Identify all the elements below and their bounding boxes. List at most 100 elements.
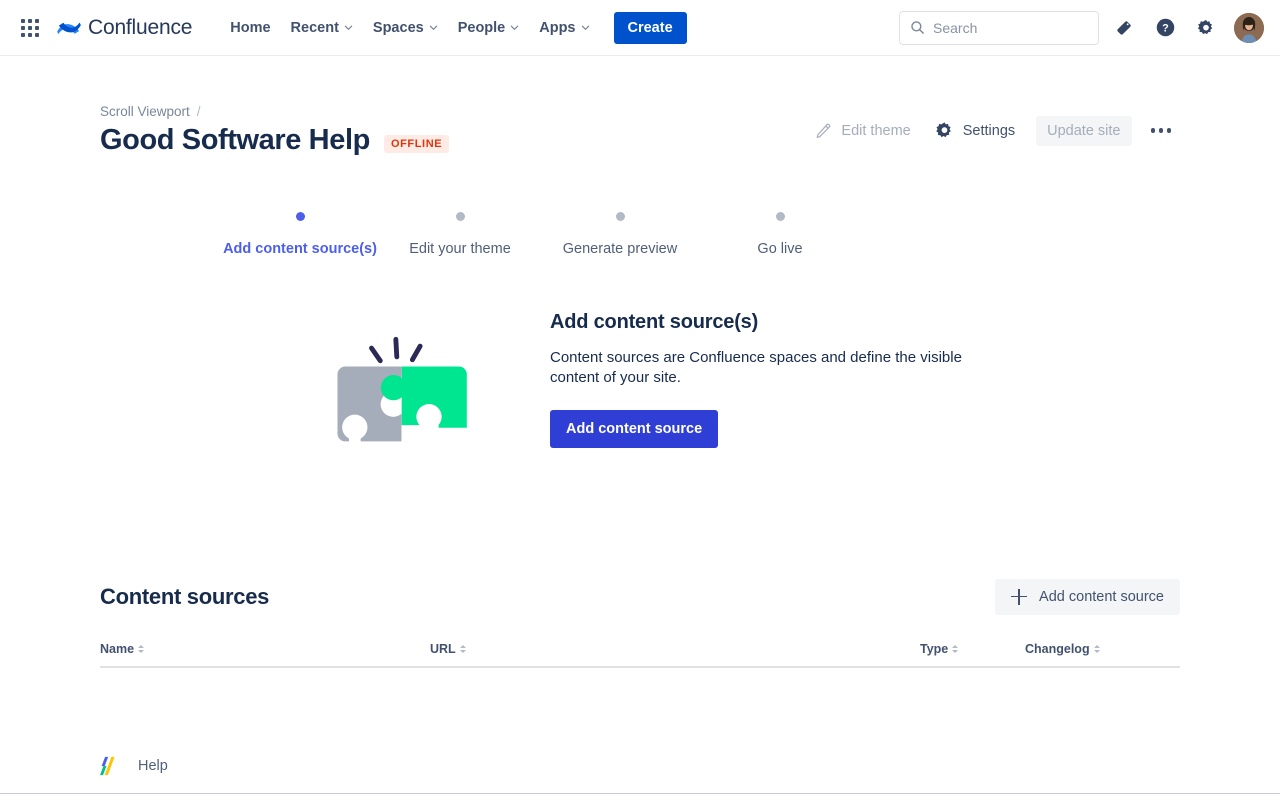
sort-indicator-icon <box>952 645 958 653</box>
step-label: Edit your theme <box>409 241 511 257</box>
onboarding-hero: Add content source(s) Content sources ar… <box>320 307 1180 464</box>
step-label: Generate preview <box>563 241 677 257</box>
column-header-url[interactable]: URL <box>430 642 920 667</box>
status-badge: OFFLINE <box>384 135 449 153</box>
table-body <box>100 667 1180 697</box>
breadcrumb: Scroll Viewport / <box>100 104 804 119</box>
chevron-down-icon <box>344 23 353 32</box>
step-dot-icon <box>776 212 785 221</box>
hero-body: Add content source(s) Content sources ar… <box>550 307 1010 449</box>
page-header-actions: Edit theme Settings Update site <box>804 104 1180 147</box>
chevron-down-icon <box>581 23 590 32</box>
create-button[interactable]: Create <box>614 12 687 44</box>
content-sources-section: Content sources Add content source Name <box>100 579 1180 697</box>
onboarding-stepper: Add content source(s) Edit your theme Ge… <box>220 212 860 257</box>
more-horizontal-icon <box>1151 128 1172 133</box>
gear-icon <box>935 121 954 140</box>
table-header: Name URL Type <box>100 642 1180 667</box>
nav-right-actions: ? <box>899 11 1264 45</box>
search-box[interactable] <box>899 11 1099 45</box>
add-content-source-button[interactable]: Add content source <box>995 579 1180 615</box>
user-avatar[interactable] <box>1234 13 1264 43</box>
bottom-divider <box>0 793 1280 794</box>
table-empty-row <box>100 667 1180 697</box>
help-button[interactable]: ? <box>1149 12 1181 44</box>
column-header-type[interactable]: Type <box>920 642 1025 667</box>
gear-icon <box>1196 18 1216 38</box>
notification-bell-icon <box>1114 18 1134 38</box>
settings-button[interactable]: Settings <box>924 114 1026 147</box>
grid-apps-icon <box>21 19 39 37</box>
step-dot-icon <box>456 212 465 221</box>
help-question-icon: ? <box>1155 17 1176 38</box>
update-site-button[interactable]: Update site <box>1036 116 1131 146</box>
search-icon <box>910 20 925 35</box>
settings-button[interactable] <box>1190 12 1222 44</box>
app-switcher-button[interactable] <box>14 12 46 44</box>
plus-icon <box>1011 589 1027 605</box>
nav-item-label: Home <box>230 20 270 36</box>
breadcrumb-parent-link[interactable]: Scroll Viewport <box>100 104 190 119</box>
nav-item-label: Recent <box>291 20 339 36</box>
nav-item-label: People <box>458 20 506 36</box>
sort-indicator-icon <box>1094 645 1100 653</box>
edit-theme-label: Edit theme <box>841 123 910 139</box>
pencil-icon <box>815 122 832 139</box>
step-dot-icon <box>616 212 625 221</box>
step-add-content-source[interactable]: Add content source(s) <box>220 212 380 257</box>
nav-item-recent[interactable]: Recent <box>281 14 363 42</box>
content-sources-title: Content sources <box>100 584 269 610</box>
avatar-image <box>1234 13 1264 43</box>
sort-indicator-icon <box>138 645 144 653</box>
content-sources-header: Content sources Add content source <box>100 579 1180 615</box>
hero-title: Add content source(s) <box>550 311 1010 334</box>
hero-illustration <box>320 307 495 464</box>
svg-text:?: ? <box>1162 23 1169 35</box>
top-navigation-bar: Confluence Home Recent Spaces People App… <box>0 0 1280 56</box>
step-edit-your-theme[interactable]: Edit your theme <box>380 212 540 257</box>
puzzle-pieces-illustration <box>320 313 495 459</box>
edit-theme-button[interactable]: Edit theme <box>804 115 921 146</box>
add-content-source-primary-button[interactable]: Add content source <box>550 410 718 448</box>
nav-item-apps[interactable]: Apps <box>529 14 599 42</box>
nav-item-people[interactable]: People <box>448 14 530 42</box>
hero-description: Content sources are Confluence spaces an… <box>550 348 1010 389</box>
settings-label: Settings <box>963 123 1015 139</box>
page-title-row: Good Software Help OFFLINE <box>100 125 804 157</box>
nav-item-spaces[interactable]: Spaces <box>363 14 448 42</box>
page-header: Scroll Viewport / Good Software Help OFF… <box>100 56 1180 157</box>
k15t-logo-icon <box>100 756 122 776</box>
confluence-home-link[interactable]: Confluence <box>56 15 192 41</box>
breadcrumb-separator: / <box>197 104 201 119</box>
nav-item-label: Spaces <box>373 20 424 36</box>
column-header-changelog[interactable]: Changelog <box>1025 642 1180 667</box>
chevron-down-icon <box>429 23 438 32</box>
step-dot-icon <box>296 212 305 221</box>
help-link[interactable]: Help <box>138 758 168 774</box>
page-header-left: Scroll Viewport / Good Software Help OFF… <box>100 104 804 157</box>
step-generate-preview[interactable]: Generate preview <box>540 212 700 257</box>
confluence-logo-icon <box>56 15 82 41</box>
column-header-name[interactable]: Name <box>100 642 430 667</box>
column-header-label: Name <box>100 642 134 656</box>
chevron-down-icon <box>510 23 519 32</box>
content-sources-table: Name URL Type <box>100 642 1180 697</box>
brand-name: Confluence <box>88 16 192 40</box>
column-header-label: Type <box>920 642 948 656</box>
notifications-button[interactable] <box>1108 12 1140 44</box>
page-content: Scroll Viewport / Good Software Help OFF… <box>0 56 1280 697</box>
primary-nav-items: Home Recent Spaces People Apps Create <box>220 12 686 44</box>
step-go-live[interactable]: Go live <box>700 212 860 257</box>
step-label: Go live <box>757 241 802 257</box>
more-actions-button[interactable] <box>1142 121 1181 140</box>
search-input[interactable] <box>933 20 1088 36</box>
column-header-label: Changelog <box>1025 642 1090 656</box>
page-title: Good Software Help <box>100 125 370 157</box>
nav-item-label: Apps <box>539 20 575 36</box>
add-content-source-label: Add content source <box>1039 589 1164 605</box>
sort-indicator-icon <box>460 645 466 653</box>
column-header-label: URL <box>430 642 456 656</box>
table-header-row: Name URL Type <box>100 642 1180 667</box>
step-label: Add content source(s) <box>223 241 377 257</box>
nav-item-home[interactable]: Home <box>220 14 280 42</box>
